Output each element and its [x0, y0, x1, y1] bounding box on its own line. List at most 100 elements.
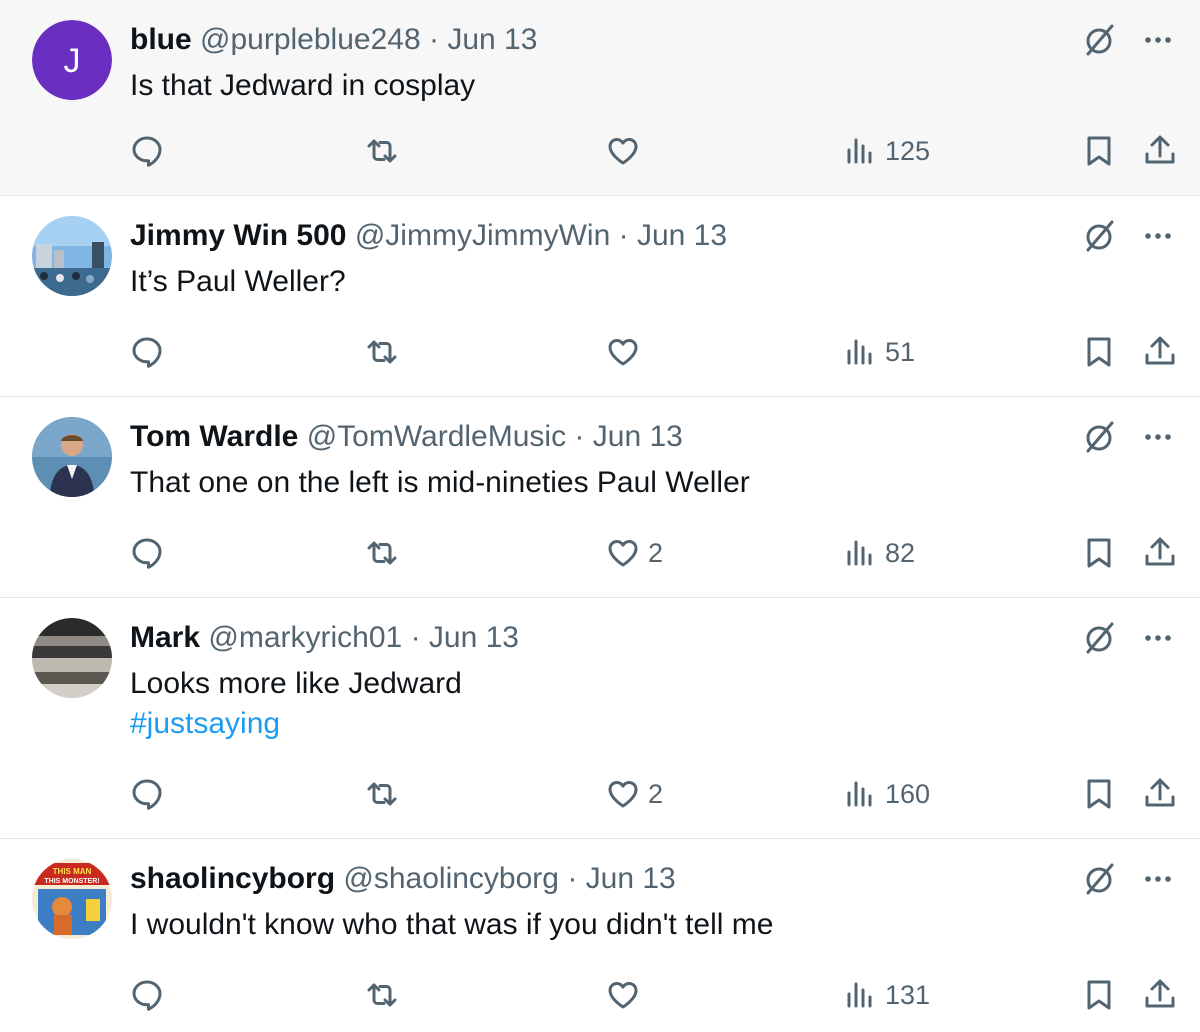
avatar-comic-title: THIS MAN [53, 867, 92, 876]
like-button[interactable]: 2 [606, 774, 663, 814]
tweet-top-icons [1082, 419, 1176, 455]
action-bar: 51 [0, 332, 1200, 372]
tweet-date[interactable]: Jun 13 [429, 621, 519, 654]
tweet-body: That one on the left is mid-nineties Pau… [130, 466, 750, 499]
avatar-letter: J [64, 42, 81, 80]
separator-dot: · [410, 621, 421, 654]
view-count: 160 [885, 778, 931, 809]
share-button[interactable] [1143, 774, 1177, 814]
user-handle[interactable]: @TomWardleMusic [307, 420, 566, 453]
tweet[interactable]: Jimmy Win 500 @JimmyJimmyWin · Jun 13 It… [0, 196, 1200, 397]
share-button[interactable] [1143, 131, 1177, 171]
heart-icon [608, 138, 638, 165]
avatar-comic-cover: THIS MAN THIS MONSTER! [32, 859, 112, 939]
reply-icon [132, 538, 162, 569]
bookmark-icon [1087, 136, 1111, 166]
tweet-date[interactable]: Jun 13 [586, 862, 676, 895]
bookmark-icon [1087, 538, 1111, 568]
avatar[interactable]: J [32, 20, 112, 100]
retweet-button[interactable] [365, 332, 399, 372]
share-icon [1145, 135, 1175, 164]
user-handle[interactable]: @shaolincyborg [343, 862, 559, 895]
avatar[interactable]: THIS MAN THIS MONSTER! [32, 859, 112, 939]
like-button[interactable] [606, 131, 648, 171]
retweet-icon [367, 541, 397, 565]
view-count: 82 [885, 537, 916, 568]
reply-icon [132, 779, 162, 810]
view-count: 51 [885, 336, 916, 367]
reply-button[interactable] [130, 131, 164, 171]
action-bar: 2 82 [0, 533, 1200, 573]
bookmark-button[interactable] [1082, 975, 1116, 1015]
user-handle[interactable]: @purpleblue248 [200, 23, 421, 56]
tweet[interactable]: J blue @purpleblue248 · Jun 13 Is that J… [0, 0, 1200, 196]
like-button[interactable]: 2 [606, 533, 663, 573]
display-name[interactable]: blue [130, 23, 192, 56]
retweet-button[interactable] [365, 774, 399, 814]
avatar[interactable] [32, 417, 112, 497]
views-button[interactable]: 125 [843, 131, 930, 171]
tweet[interactable]: Mark @markyrich01 · Jun 13 Looks more li… [0, 598, 1200, 839]
tweet-date[interactable]: Jun 13 [593, 420, 683, 453]
retweet-button[interactable] [365, 533, 399, 573]
tweet-date[interactable]: Jun 13 [637, 219, 727, 252]
like-count: 2 [648, 537, 664, 568]
grok-icon[interactable] [1082, 419, 1118, 455]
more-icon[interactable] [1140, 861, 1176, 897]
share-button[interactable] [1143, 975, 1177, 1015]
reply-button[interactable] [130, 975, 164, 1015]
more-icon[interactable] [1140, 218, 1176, 254]
avatar-photo-crowd [32, 216, 112, 296]
avatar-photo-stadium [32, 618, 112, 698]
tweet-text: Is that Jedward in cosplay [130, 66, 475, 106]
views-button[interactable]: 160 [843, 774, 930, 814]
tweet-top-icons [1082, 620, 1176, 656]
tweet-text: I wouldn't know who that was if you didn… [130, 905, 773, 945]
hashtag-link[interactable]: #justsaying [130, 704, 462, 744]
reply-button[interactable] [130, 774, 164, 814]
avatar-photo-man [32, 417, 112, 497]
bookmark-button[interactable] [1082, 774, 1116, 814]
bookmark-button[interactable] [1082, 131, 1116, 171]
display-name[interactable]: Mark [130, 621, 200, 654]
share-button[interactable] [1143, 332, 1177, 372]
tweet-body: It’s Paul Weller? [130, 265, 346, 298]
display-name[interactable]: shaolincyborg [130, 862, 335, 895]
like-button[interactable] [606, 975, 648, 1015]
retweet-button[interactable] [365, 975, 399, 1015]
retweet-button[interactable] [365, 131, 399, 171]
reply-icon [132, 980, 162, 1011]
bookmark-button[interactable] [1082, 533, 1116, 573]
more-icon[interactable] [1140, 22, 1176, 58]
avatar[interactable] [32, 216, 112, 296]
heart-icon [608, 982, 638, 1009]
views-icon [847, 781, 872, 807]
avatar[interactable] [32, 618, 112, 698]
tweet-date[interactable]: Jun 13 [447, 23, 537, 56]
grok-icon[interactable] [1082, 861, 1118, 897]
display-name[interactable]: Jimmy Win 500 [130, 219, 347, 252]
bookmark-button[interactable] [1082, 332, 1116, 372]
share-icon [1145, 336, 1175, 365]
grok-icon[interactable] [1082, 22, 1118, 58]
grok-icon[interactable] [1082, 218, 1118, 254]
more-icon[interactable] [1140, 419, 1176, 455]
views-button[interactable]: 82 [843, 533, 915, 573]
like-button[interactable] [606, 332, 648, 372]
views-button[interactable]: 51 [843, 332, 915, 372]
views-button[interactable]: 131 [843, 975, 930, 1015]
reply-button[interactable] [130, 533, 164, 573]
user-handle[interactable]: @markyrich01 [208, 621, 402, 654]
grok-icon[interactable] [1082, 620, 1118, 656]
user-handle[interactable]: @JimmyJimmyWin [355, 219, 610, 252]
action-bar: 125 [0, 131, 1200, 171]
tweet[interactable]: Tom Wardle @TomWardleMusic · Jun 13 That… [0, 397, 1200, 598]
tweet-body: Is that Jedward in cosplay [130, 69, 476, 102]
more-icon[interactable] [1140, 620, 1176, 656]
display-name[interactable]: Tom Wardle [130, 420, 298, 453]
reply-button[interactable] [130, 332, 164, 372]
share-button[interactable] [1143, 533, 1177, 573]
tweet[interactable]: THIS MAN THIS MONSTER! shaolincyborg @sh… [0, 839, 1200, 1032]
separator-dot: · [618, 219, 629, 252]
retweet-icon [367, 340, 397, 364]
